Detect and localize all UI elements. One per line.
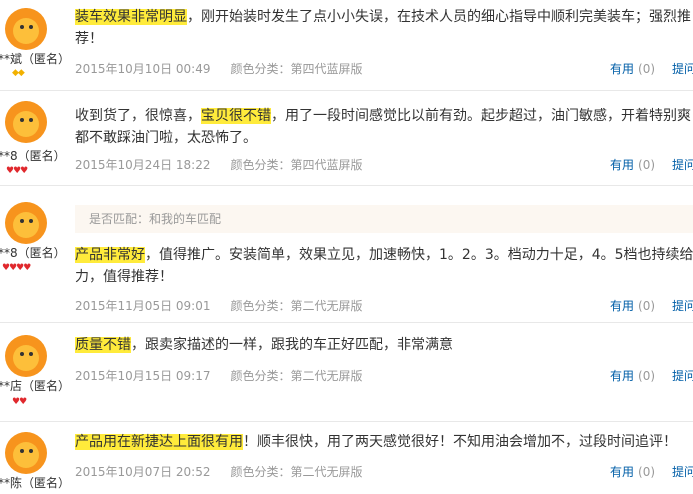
ask-link[interactable]: 提问 bbox=[672, 297, 693, 314]
review-highlight: 宝贝很不错 bbox=[201, 108, 271, 124]
review-item: **8（匿名） ♥♥♥ 收到货了，很惊喜，宝贝很不错，用了一段时间感觉比以前有劲… bbox=[0, 91, 693, 186]
avatar[interactable] bbox=[5, 335, 47, 377]
review-date: 2015年10月07日 20:52 bbox=[75, 465, 211, 479]
review-highlight: 质量不错 bbox=[75, 337, 131, 353]
ask-link[interactable]: 提问 bbox=[672, 156, 693, 173]
reviewer-name: **斌（匿名） bbox=[0, 52, 71, 66]
useful-button[interactable]: 有用 (0) bbox=[610, 297, 655, 314]
review-spec: 颜色分类：第二代无屏版 bbox=[230, 369, 363, 383]
match-info: 是否匹配：和我的车匹配 bbox=[75, 205, 693, 233]
review-item: **斌（匿名） ◆◆ 装车效果非常明显，刚开始装时发生了点小小失误，在技术人员的… bbox=[0, 0, 693, 91]
useful-count: (0) bbox=[638, 369, 656, 383]
avatar[interactable] bbox=[5, 101, 47, 143]
useful-button[interactable]: 有用 (0) bbox=[610, 463, 655, 480]
review-date: 2015年10月15日 09:17 bbox=[75, 369, 211, 383]
reviewer-name: **陈（匿名） bbox=[0, 476, 71, 490]
review-body: ，值得推广。安装简单，效果立见，加速畅快，1。2。3。档动力十足，4。5档也持续… bbox=[75, 247, 693, 285]
useful-count: (0) bbox=[638, 465, 656, 479]
review-spec: 颜色分类：第四代蓝屏版 bbox=[230, 158, 363, 172]
heart-badge-icon: ♥♥ bbox=[12, 397, 27, 407]
avatar[interactable] bbox=[5, 8, 47, 50]
avatar[interactable] bbox=[5, 202, 47, 244]
review-date: 2015年10月10日 00:49 bbox=[75, 62, 211, 76]
review-text: 收到货了，很惊喜，宝贝很不错，用了一段时间感觉比以前有劲。起步超过，油门敏感，开… bbox=[75, 105, 693, 149]
review-item: **8（匿名） ♥♥♥♥ 是否匹配：和我的车匹配 产品非常好，值得推广。安装简单… bbox=[0, 186, 693, 323]
review-spec: 颜色分类：第二代无屏版 bbox=[230, 299, 363, 313]
ask-link[interactable]: 提问 bbox=[672, 60, 693, 77]
review-item: **陈（匿名） 产品用在新捷达上面很有用！顺丰很快，用了两天感觉很好！不知用油会… bbox=[0, 422, 693, 494]
review-highlight: 产品非常好 bbox=[75, 247, 145, 263]
ask-link[interactable]: 提问 bbox=[672, 463, 693, 480]
reviewer-name: **8（匿名） bbox=[0, 149, 66, 163]
review-meta: 2015年11月05日 09:01 颜色分类：第二代无屏版 bbox=[75, 297, 363, 314]
review-spec: 颜色分类：第二代无屏版 bbox=[230, 465, 363, 479]
review-body: ！顺丰很快，用了两天感觉很好！不知用油会增加不，过段时间追评！ bbox=[243, 434, 677, 450]
review-body: ，跟卖家描述的一样，跟我的车正好匹配，非常满意 bbox=[131, 337, 453, 353]
useful-count: (0) bbox=[638, 62, 656, 76]
ask-link[interactable]: 提问 bbox=[672, 367, 693, 384]
review-text: 装车效果非常明显，刚开始装时发生了点小小失误，在技术人员的细心指导中顺利完美装车… bbox=[75, 6, 693, 50]
review-meta: 2015年10月07日 20:52 颜色分类：第二代无屏版 bbox=[75, 463, 363, 480]
review-text: 产品非常好，值得推广。安装简单，效果立见，加速畅快，1。2。3。档动力十足，4。… bbox=[75, 244, 693, 288]
review-text: 产品用在新捷达上面很有用！顺丰很快，用了两天感觉很好！不知用油会增加不，过段时间… bbox=[75, 431, 693, 453]
review-meta: 2015年10月10日 00:49 颜色分类：第四代蓝屏版 bbox=[75, 60, 363, 77]
reviewer-name: **8（匿名） bbox=[0, 246, 66, 260]
useful-count: (0) bbox=[638, 299, 656, 313]
review-meta: 2015年10月15日 09:17 颜色分类：第二代无屏版 bbox=[75, 367, 363, 384]
review-date: 2015年11月05日 09:01 bbox=[75, 299, 211, 313]
useful-button[interactable]: 有用 (0) bbox=[610, 367, 655, 384]
useful-button[interactable]: 有用 (0) bbox=[610, 60, 655, 77]
review-spec: 颜色分类：第四代蓝屏版 bbox=[230, 62, 363, 76]
useful-button[interactable]: 有用 (0) bbox=[610, 156, 655, 173]
useful-count: (0) bbox=[638, 158, 656, 172]
review-date: 2015年10月24日 18:22 bbox=[75, 158, 211, 172]
review-highlight: 产品用在新捷达上面很有用 bbox=[75, 434, 243, 450]
review-item: **店（匿名） ♥♥ 质量不错，跟卖家描述的一样，跟我的车正好匹配，非常满意 2… bbox=[0, 323, 693, 422]
heart-badge-icon: ♥♥♥♥ bbox=[2, 263, 31, 273]
review-text: 质量不错，跟卖家描述的一样，跟我的车正好匹配，非常满意 bbox=[75, 334, 693, 356]
reviewer-name: **店（匿名） bbox=[0, 379, 71, 393]
review-meta: 2015年10月24日 18:22 颜色分类：第四代蓝屏版 bbox=[75, 156, 363, 173]
avatar[interactable] bbox=[5, 432, 47, 474]
review-highlight: 装车效果非常明显 bbox=[75, 9, 187, 25]
vip-badge-icon: ◆◆ bbox=[12, 68, 25, 78]
heart-badge-icon: ♥♥♥ bbox=[6, 166, 28, 176]
review-pre: 收到货了，很惊喜， bbox=[75, 108, 201, 124]
